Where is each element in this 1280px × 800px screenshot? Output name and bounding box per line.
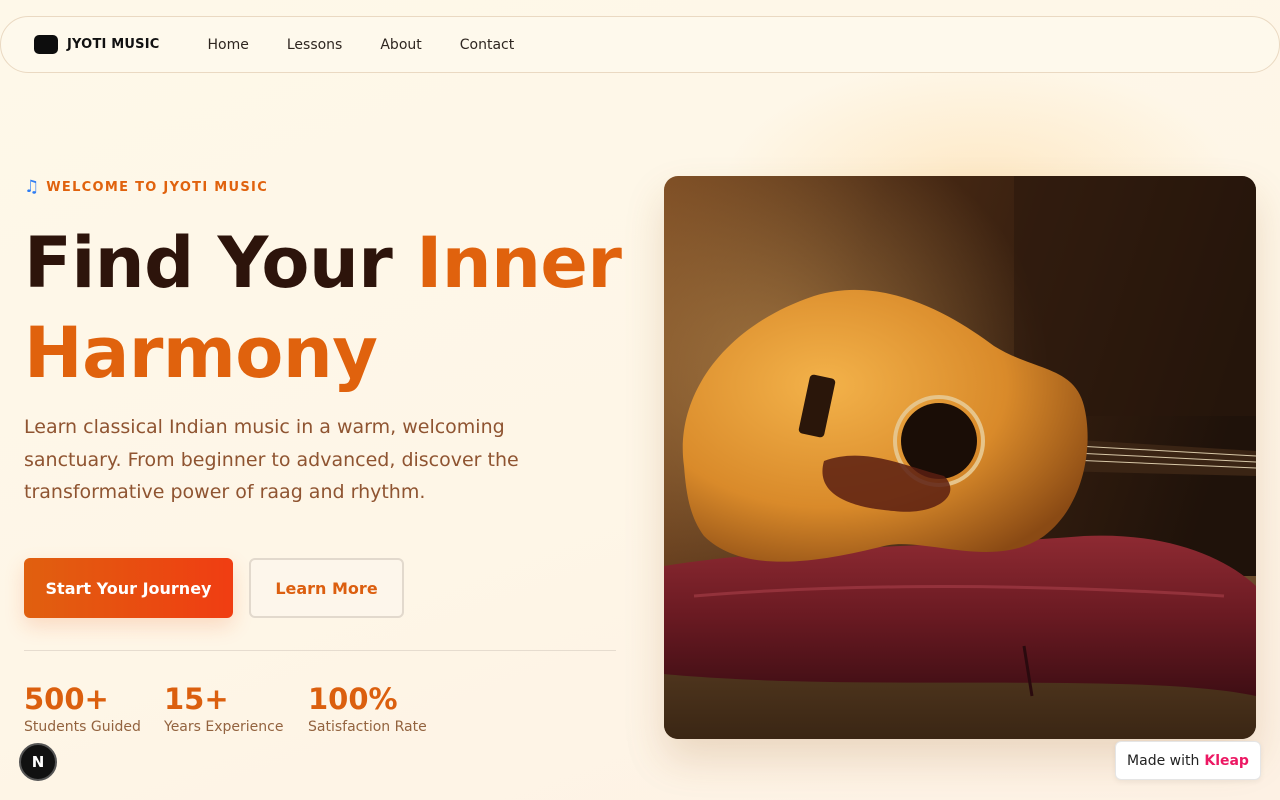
hero-eyebrow: ♫ WELCOME TO JYOTI MUSIC <box>24 178 268 196</box>
stat-value: 15+ <box>164 682 229 716</box>
stat-label: Satisfaction Rate <box>308 719 427 735</box>
framework-badge[interactable]: N <box>19 743 57 781</box>
hero-description: Learn classical Indian music in a warm, … <box>24 416 519 503</box>
stat-value: 100% <box>308 682 398 716</box>
hero-headline: Find Your Inner Harmony <box>24 218 644 398</box>
stat-value: 500+ <box>24 682 109 716</box>
eyebrow-text: WELCOME TO JYOTI MUSIC <box>46 179 269 195</box>
stat-satisfaction: 100% Satisfaction Rate <box>308 682 427 735</box>
nav-link-about[interactable]: About <box>380 37 421 53</box>
learn-more-button[interactable]: Learn More <box>249 558 404 618</box>
made-with-prefix: Made with <box>1127 752 1200 769</box>
hero-guitar-image <box>664 176 1256 739</box>
made-with-kleap-badge[interactable]: Made with Kleap <box>1115 741 1261 780</box>
nav-link-home[interactable]: Home <box>208 37 249 53</box>
stat-experience: 15+ Years Experience <box>164 682 283 735</box>
brand-name: JYOTI MUSIC <box>67 37 160 52</box>
top-navbar: JYOTI MUSIC Home Lessons About Contact <box>0 16 1280 73</box>
stats-divider <box>24 650 616 651</box>
headline-part1: Find Your <box>24 222 417 304</box>
start-journey-button[interactable]: Start Your Journey <box>24 558 233 618</box>
stat-label: Students Guided <box>24 719 141 735</box>
nav-link-lessons[interactable]: Lessons <box>287 37 343 53</box>
nav-link-contact[interactable]: Contact <box>460 37 514 53</box>
nav-links: Home Lessons About Contact <box>208 37 553 53</box>
stat-students: 500+ Students Guided <box>24 682 141 735</box>
music-note-icon: ♫ <box>24 177 40 197</box>
brand-logo[interactable]: JYOTI MUSIC <box>34 35 160 54</box>
kleap-brand: Kleap <box>1204 752 1249 769</box>
logo-square-icon <box>34 35 58 54</box>
stat-label: Years Experience <box>164 719 284 735</box>
